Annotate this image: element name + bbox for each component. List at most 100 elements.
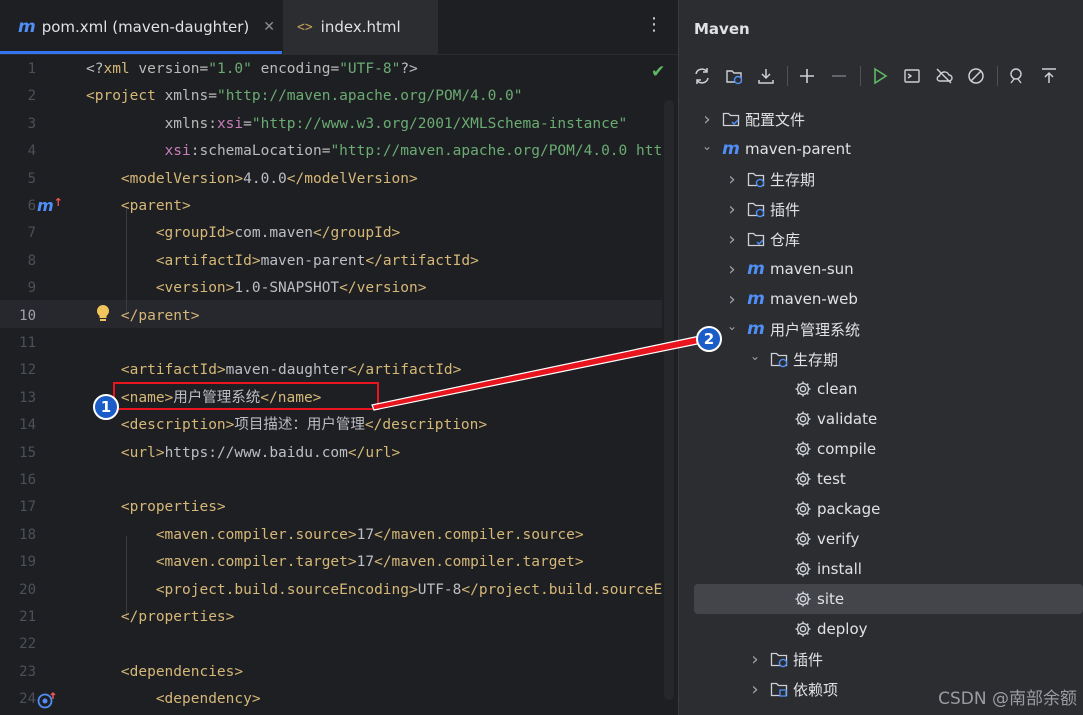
tree-item[interactable]: › 插件 (679, 644, 1083, 674)
code-token: "1.0" (208, 61, 252, 77)
code-line[interactable]: <project xmlns="http://maven.apache.org/… (86, 83, 523, 110)
code-line[interactable]: <version>1.0-SNAPSHOT</version> (156, 275, 427, 302)
tree-item-goal[interactable]: site (694, 584, 1083, 614)
tab-pom-xml[interactable]: m pom.xml (maven-daughter) ✕ (0, 0, 282, 54)
tree-item-goal[interactable]: compile (679, 434, 1083, 464)
code-token: </artifactId> (347, 362, 462, 379)
tree-item[interactable]: › m maven-web (679, 284, 1083, 314)
line-number: 24 (19, 691, 36, 708)
tree-item[interactable]: ⌄ m 用户管理系统 (679, 314, 1083, 344)
maven-parent-gutter-icon[interactable]: m↑ (37, 196, 63, 215)
line-number: 19 (19, 554, 36, 571)
folder-icon (721, 109, 741, 129)
chevron-right-icon[interactable]: › (747, 649, 763, 670)
tree-item-goal[interactable]: clean (679, 374, 1083, 404)
tree-item-label: install (817, 560, 862, 578)
code-editor[interactable]: m pom.xml (maven-daughter) ✕ <> index.ht… (0, 0, 678, 715)
tree-item[interactable]: › 仓库 (679, 224, 1083, 254)
code-line[interactable]: xmlns:xsi="http://www.w3.org/2001/XMLSch… (165, 111, 628, 138)
lightbulb-icon[interactable] (95, 304, 111, 328)
annotation-marker-2: 2 (696, 326, 722, 352)
line-number: 21 (19, 609, 36, 625)
code-token: <properties> (120, 499, 226, 516)
tree-item-goal[interactable]: install (679, 554, 1083, 584)
tree-item-goal[interactable]: package (679, 494, 1083, 524)
inspection-ok-icon[interactable]: ✔ (651, 62, 665, 82)
code-line[interactable]: <modelVersion>4.0.0</modelVersion> (121, 166, 418, 193)
tree-item[interactable]: ⌄ 生存期 (679, 344, 1083, 374)
code-line[interactable]: <properties> (121, 494, 226, 521)
chevron-right-icon[interactable]: › (724, 199, 740, 220)
chevron-right-icon[interactable]: › (699, 109, 715, 130)
tree-item-goal[interactable]: test (679, 464, 1083, 494)
tree-item[interactable]: › 生存期 (679, 164, 1083, 194)
code-token: 17 (356, 526, 375, 543)
code-line[interactable]: <groupId>com.maven</groupId> (156, 220, 400, 247)
code-line[interactable]: <artifactId>maven-daughter</artifactId> (121, 357, 461, 384)
chevron-right-icon[interactable]: › (724, 259, 740, 280)
skip-tests-icon[interactable] (965, 65, 987, 87)
code-line[interactable]: <maven.compiler.source>17</maven.compile… (156, 522, 584, 549)
chevron-right-icon[interactable]: › (724, 229, 740, 250)
chevron-right-icon[interactable]: › (724, 289, 740, 310)
add-icon[interactable] (796, 65, 818, 87)
reload-icon[interactable] (691, 65, 713, 87)
close-icon[interactable]: ✕ (263, 19, 275, 35)
maven-file-icon: m (18, 17, 36, 37)
reimport-folder-icon[interactable] (723, 65, 745, 87)
download-icon[interactable] (755, 65, 777, 87)
goal-gear-icon (793, 409, 813, 429)
code-line[interactable]: <artifactId>maven-parent</artifactId> (156, 248, 479, 275)
tree-item[interactable]: › m maven-sun (679, 254, 1083, 284)
maven-tool-window: Maven › 配置文件 ⌄ m maven-parent › 生存期 › 插件 › 仓库 › m mav… (679, 0, 1083, 715)
code-token: xmlns: (164, 115, 217, 132)
tree-item-goal[interactable]: verify (679, 524, 1083, 554)
chevron-down-icon[interactable]: ⌄ (747, 349, 763, 363)
override-gutter-icon[interactable] (37, 691, 57, 713)
more-options-icon[interactable]: ⋮ (645, 14, 663, 35)
chevron-right-icon[interactable]: › (747, 679, 763, 700)
run-icon[interactable] (869, 65, 891, 87)
chevron-down-icon[interactable]: ⌄ (699, 139, 715, 153)
execute-goal-icon[interactable] (901, 65, 923, 87)
line-number-gutter[interactable]: 1 2 3 4 5 6 7 8 9 10 11 12 13 14 15 16 17 18 19 20 21 22 23 24 (0, 54, 82, 715)
code-line[interactable]: </properties> (121, 604, 235, 631)
chevron-down-icon[interactable]: ⌄ (724, 319, 740, 333)
code-line[interactable]: <dependencies> (121, 659, 243, 686)
editor-scrollbar[interactable] (664, 100, 674, 700)
code-token: </modelVersion> (286, 170, 418, 187)
analyze-icon[interactable] (1006, 65, 1028, 87)
code-token: </url> (347, 444, 401, 461)
tree-item[interactable]: › 插件 (679, 194, 1083, 224)
line-number: 3 (27, 115, 36, 132)
tree-item[interactable]: › 配置文件 (679, 104, 1083, 134)
code-line[interactable]: <project.build.sourceEncoding>UTF-8</pro… (156, 577, 662, 604)
tree-item[interactable]: ⌄ m maven-parent (679, 134, 1083, 164)
chevron-right-icon[interactable]: › (724, 169, 740, 190)
plugins-folder-icon (746, 199, 766, 219)
line-number: 10 (19, 307, 36, 324)
code-line[interactable]: </parent> (121, 303, 200, 330)
offline-icon[interactable] (933, 65, 955, 87)
collapse-icon[interactable] (1038, 65, 1060, 87)
toolbar-separator (997, 66, 998, 86)
code-line[interactable]: <url>https://www.baidu.com</url> (121, 440, 400, 467)
code-token: <artifactId> (155, 252, 261, 269)
tab-index-html[interactable]: <> index.html (283, 0, 438, 54)
tree-item-goal[interactable]: deploy (679, 614, 1083, 644)
code-token: xmlns= (164, 88, 217, 105)
code-line[interactable]: <maven.compiler.target>17</maven.compile… (156, 549, 584, 576)
line-number: 18 (19, 526, 36, 543)
code-token: ?> (400, 61, 418, 77)
code-token: 4.0.0 (243, 170, 287, 187)
code-line[interactable]: <description>项目描述：用户管理</description> (121, 412, 487, 439)
code-token: <modelVersion> (120, 170, 244, 187)
code-line[interactable]: <dependency> (156, 686, 261, 713)
line-number: 22 (19, 636, 36, 653)
code-line[interactable]: <parent> (121, 193, 191, 220)
code-token: xsi (164, 143, 191, 160)
tree-item-goal[interactable]: validate (679, 404, 1083, 434)
code-line[interactable]: <?xml version="1.0" encoding="UTF-8"?> (86, 56, 418, 83)
code-line[interactable]: xsi:schemaLocation="http://maven.apache.… (165, 138, 662, 165)
remove-icon[interactable] (828, 65, 850, 87)
